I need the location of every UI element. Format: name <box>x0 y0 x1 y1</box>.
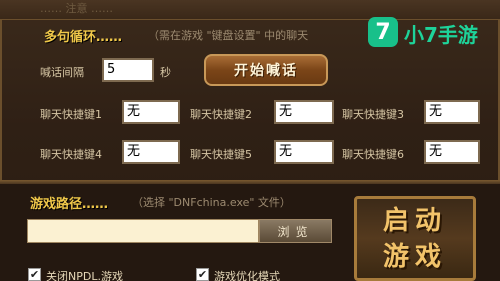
game-path-input[interactable] <box>27 219 259 243</box>
shortcut-input-5[interactable]: 无 <box>274 140 334 164</box>
path-section-subtitle: （选择 "DNFchina.exe" 文件） <box>132 196 291 209</box>
loop-section-subtitle: （需在游戏 "键盘设置" 中的聊天 <box>148 29 309 42</box>
watermark-logo: 7 小7手游 <box>368 17 496 49</box>
logo-mark-icon: 7 <box>368 17 398 47</box>
start-shout-button[interactable]: 开始喊话 <box>204 54 328 86</box>
option-label-2: 游戏优化模式 <box>214 270 280 281</box>
shortcut-label-6: 聊天快捷键6 <box>342 148 404 161</box>
shortcut-input-2[interactable]: 无 <box>274 100 334 124</box>
shortcut-label-3: 聊天快捷键3 <box>342 108 404 121</box>
interval-unit: 秒 <box>160 66 171 79</box>
top-faded-text: …… 注意 …… <box>40 2 113 15</box>
launch-line-1: 启动 <box>382 205 447 236</box>
shortcut-input-1[interactable]: 无 <box>122 100 180 124</box>
logo-text: 小7手游 <box>404 23 478 47</box>
shortcut-label-2: 聊天快捷键2 <box>190 108 252 121</box>
shortcut-input-4[interactable]: 无 <box>122 140 180 164</box>
loop-section-title: 多句循环…… <box>44 30 123 45</box>
browse-button[interactable]: 浏览 <box>259 219 332 243</box>
option-checkbox-1[interactable]: ✔ <box>28 268 41 281</box>
shortcut-label-4: 聊天快捷键4 <box>40 148 102 161</box>
option-checkbox-2[interactable]: ✔ <box>196 268 209 281</box>
shortcut-label-1: 聊天快捷键1 <box>40 108 102 121</box>
path-section-title: 游戏路径…… <box>30 197 109 212</box>
option-label-1: 关闭NPDL.游戏 <box>46 270 123 281</box>
shortcut-label-5: 聊天快捷键5 <box>190 148 252 161</box>
shortcut-input-6[interactable]: 无 <box>424 140 480 164</box>
launch-line-2: 游戏 <box>382 241 447 272</box>
interval-label: 喊话间隔 <box>40 66 84 79</box>
shortcut-input-3[interactable]: 无 <box>424 100 480 124</box>
launch-game-button[interactable]: 启动 游戏 <box>354 196 476 281</box>
interval-input[interactable]: 5 <box>102 58 154 82</box>
